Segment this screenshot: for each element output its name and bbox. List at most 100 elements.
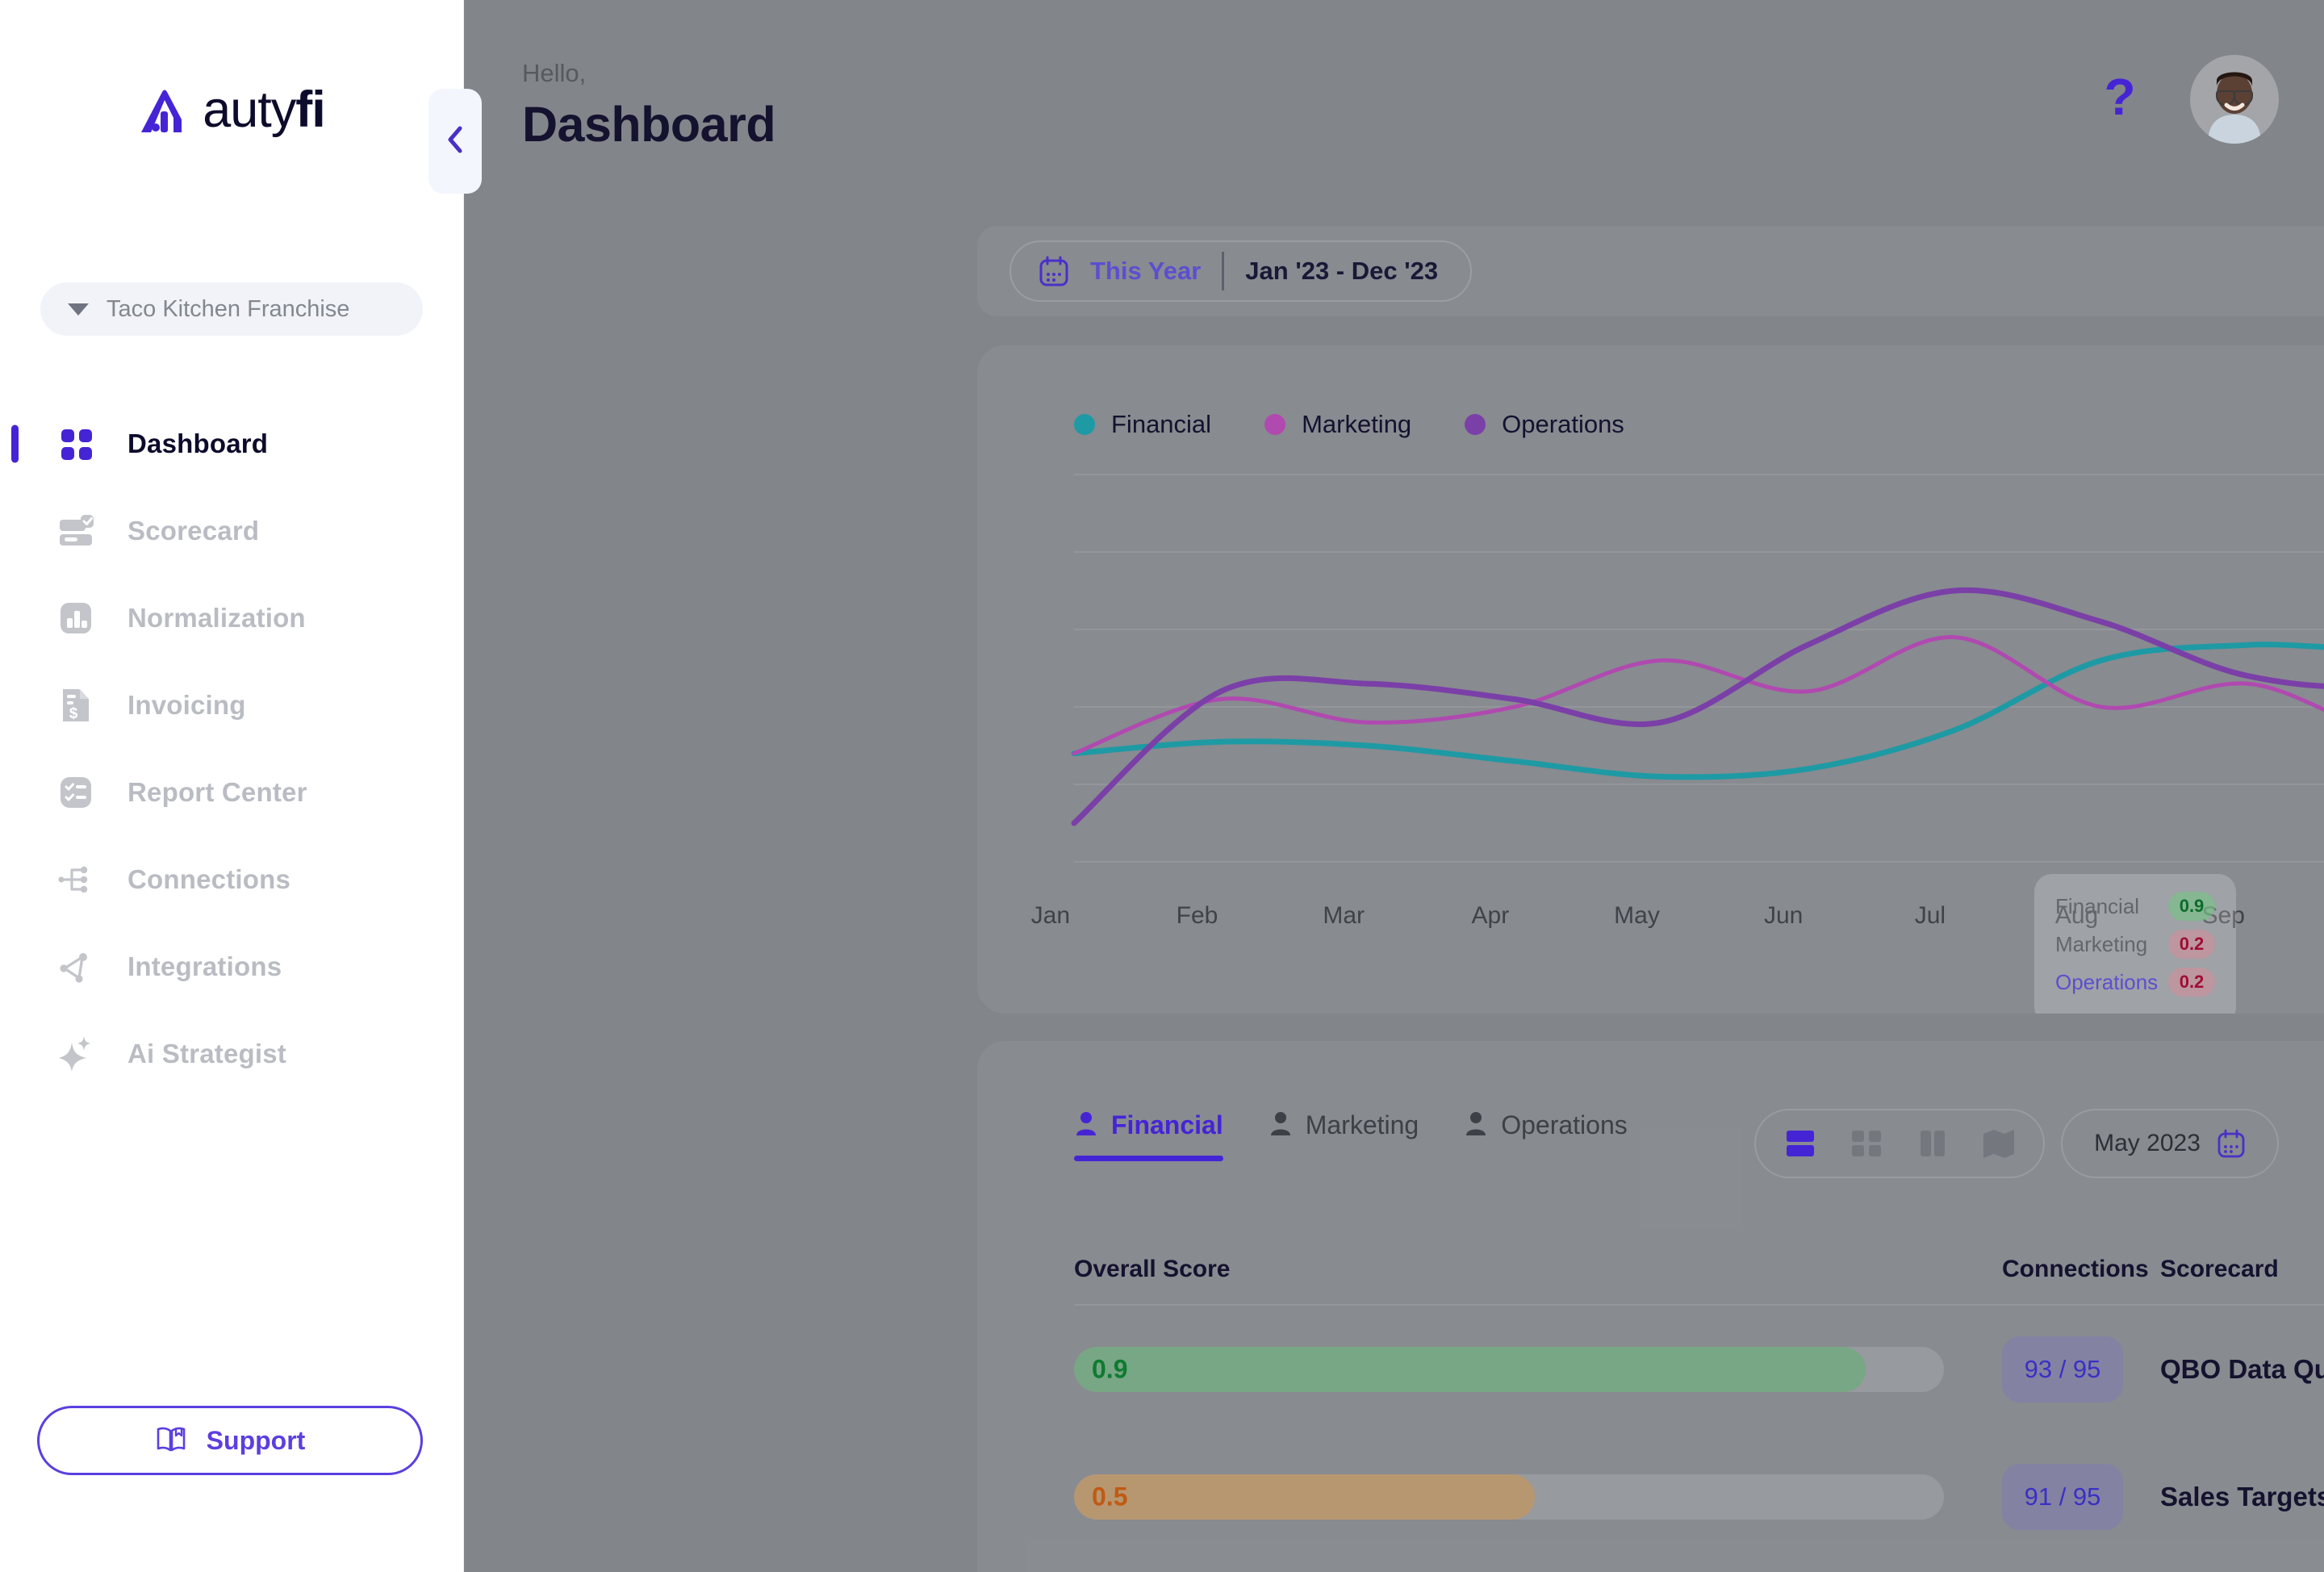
support-button[interactable]: Support (37, 1406, 423, 1475)
table-header-row: Overall Score Connections Scorecard (1074, 1256, 2324, 1306)
table-row[interactable]: 0.9 93 / 95 QBO Data Quality Check (1074, 1306, 2324, 1433)
connections-cell: 91 / 95 (2002, 1464, 2160, 1530)
sidebar-nav: Dashboard Scorecard Normalization $ Invo… (0, 400, 463, 1097)
tooltip-row: Financial 0.9 (2055, 892, 2215, 921)
connections-badge: 93 / 95 (2002, 1336, 2123, 1403)
sidebar-item-invoicing[interactable]: $ Invoicing (0, 662, 463, 749)
network-triangle-icon (53, 944, 98, 989)
app-logo[interactable]: autyfi (0, 0, 463, 136)
sidebar-item-report-center[interactable]: Report Center (0, 749, 463, 836)
tooltip-row: Marketing 0.2 (2055, 930, 2215, 959)
person-icon (1464, 1110, 1488, 1140)
sidebar-item-integrations[interactable]: Integrations (0, 923, 463, 1010)
user-avatar (2190, 55, 2279, 144)
tooltip-series-name: Financial (2055, 893, 2140, 918)
table-row[interactable]: 0.5 91 / 95 Sales Targets (1074, 1433, 2324, 1561)
support-label: Support (206, 1425, 306, 1455)
active-indicator (11, 948, 19, 986)
divider (1222, 252, 1225, 291)
sidebar-collapse-button[interactable] (428, 89, 482, 194)
score-cell: 0.5 (1074, 1474, 2002, 1520)
score-cell: 0.9 (1074, 1347, 2002, 1392)
node-tree-icon (53, 857, 98, 902)
legend-item-financial[interactable]: Financial (1074, 410, 1211, 439)
app-root: autyfi Taco Kitchen Franchise Dashboard … (0, 0, 2324, 1572)
tooltip-value-badge: 0.9 (2168, 892, 2215, 921)
tab-label: Marketing (1305, 1110, 1419, 1139)
scorecard-name: Sales Targets (2160, 1482, 2324, 1511)
sidebar-item-label: Normalization (127, 603, 306, 633)
sidebar-item-label: Dashboard (127, 429, 269, 458)
svg-text:$: $ (69, 705, 78, 722)
tab-label: Operations (1501, 1110, 1628, 1139)
x-axis-tick-label: May (1614, 902, 1660, 929)
sidebar-item-connections[interactable]: Connections (0, 836, 463, 923)
legend-item-marketing[interactable]: Marketing (1264, 410, 1411, 439)
score-progress-track: 0.9 (1074, 1347, 1944, 1392)
logo-wordmark: autyfi (203, 82, 326, 138)
x-axis-tick-label: Oct (2297, 902, 2324, 930)
x-axis-tick-label: Feb (1176, 902, 1218, 929)
map-view-icon[interactable] (1980, 1127, 2017, 1160)
sidebar-item-label: Invoicing (127, 690, 246, 720)
legend-label: Operations (1502, 410, 1624, 438)
page-title: Dashboard (522, 97, 776, 153)
tab-label: Financial (1111, 1110, 1223, 1139)
trend-chart-card: Financial Marketing Operations Jan Feb Mar… (977, 345, 2324, 1014)
active-indicator (11, 1035, 19, 1073)
avatar[interactable] (2190, 55, 2279, 144)
tooltip-value-badge: 0.2 (2168, 930, 2215, 959)
bar-chart-box-icon (53, 596, 98, 641)
column-header-scorecard: Scorecard (2160, 1256, 2279, 1282)
grid-view-icon[interactable] (1848, 1127, 1885, 1160)
columns-view-icon[interactable] (1914, 1127, 1951, 1160)
sidebar-item-normalization[interactable]: Normalization (0, 575, 463, 662)
legend-label: Marketing (1302, 410, 1412, 438)
tab-marketing[interactable]: Marketing (1269, 1110, 1419, 1161)
chart-series (1074, 552, 2324, 823)
month-picker-label: May 2023 (2094, 1130, 2201, 1156)
x-axis-tick-label: Jan (1030, 902, 1071, 929)
sidebar-item-label: Integrations (127, 951, 282, 981)
sidebar-item-dashboard[interactable]: Dashboard (0, 400, 463, 487)
chart-legend: Financial Marketing Operations (977, 345, 2324, 439)
scorecard-name-cell: QBO Data Quality Check (2160, 1354, 2324, 1385)
question-mark-icon[interactable]: ? (2098, 71, 2142, 124)
scorecard-name: QBO Data Quality Check (2160, 1354, 2324, 1384)
date-range-selector[interactable]: This Year Jan '23 - Dec '23 (1009, 240, 1473, 302)
tooltip-row: Operations 0.2 (2055, 968, 2215, 997)
legend-label: Financial (1111, 410, 1212, 438)
chart-tooltip: Financial 0.9 Marketing 0.2 Operations 0… (2034, 874, 2236, 1014)
chart-gridlines (1074, 474, 2324, 863)
chart-plot-area (977, 466, 2324, 894)
greeting-text: Hello, (522, 59, 587, 87)
person-icon (1074, 1110, 1098, 1140)
legend-item-operations[interactable]: Operations (1465, 410, 1624, 439)
rows-view-icon[interactable] (1782, 1127, 1819, 1160)
organization-name: Taco Kitchen Franchise (107, 295, 350, 322)
sidebar-item-label: Report Center (127, 777, 307, 807)
scorecard-name-cell: Sales Targets (2160, 1482, 2324, 1512)
tab-operations[interactable]: Operations (1464, 1110, 1628, 1161)
filter-toolbar: This Year Jan '23 - Dec '23 % (977, 226, 2324, 316)
sidebar-item-label: Ai Strategist (127, 1039, 286, 1068)
connections-badge: 91 / 95 (2002, 1464, 2123, 1530)
book-icon (155, 1423, 187, 1459)
sidebar-item-scorecard[interactable]: Scorecard (0, 487, 463, 575)
tab-financial[interactable]: Financial (1074, 1110, 1223, 1161)
legend-dot-icon (1074, 414, 1095, 435)
x-axis-tick-label: Mar (1323, 902, 1365, 929)
legend-dot-icon (1465, 414, 1486, 435)
main-content: Hello, Dashboard ? This Year Jan '23 - D… (464, 0, 2324, 1572)
sidebar-item-ai-strategist[interactable]: Ai Strategist (0, 1010, 463, 1097)
sparkle-icon (53, 1031, 98, 1077)
tooltip-value-badge: 0.2 (2168, 968, 2215, 997)
month-picker[interactable]: May 2023 (2061, 1109, 2279, 1178)
organization-selector[interactable]: Taco Kitchen Franchise (40, 282, 423, 336)
sidebar-item-label: Connections (127, 864, 291, 894)
chevron-left-icon (445, 125, 466, 158)
x-axis-tick-label: Jul (1914, 902, 1946, 929)
date-range-value: Jan '23 - Dec '23 (1245, 257, 1439, 285)
scorecard-table: Overall Score Connections Scorecard 0.9 … (1074, 1256, 2324, 1561)
score-progress-fill (1074, 1474, 1536, 1520)
